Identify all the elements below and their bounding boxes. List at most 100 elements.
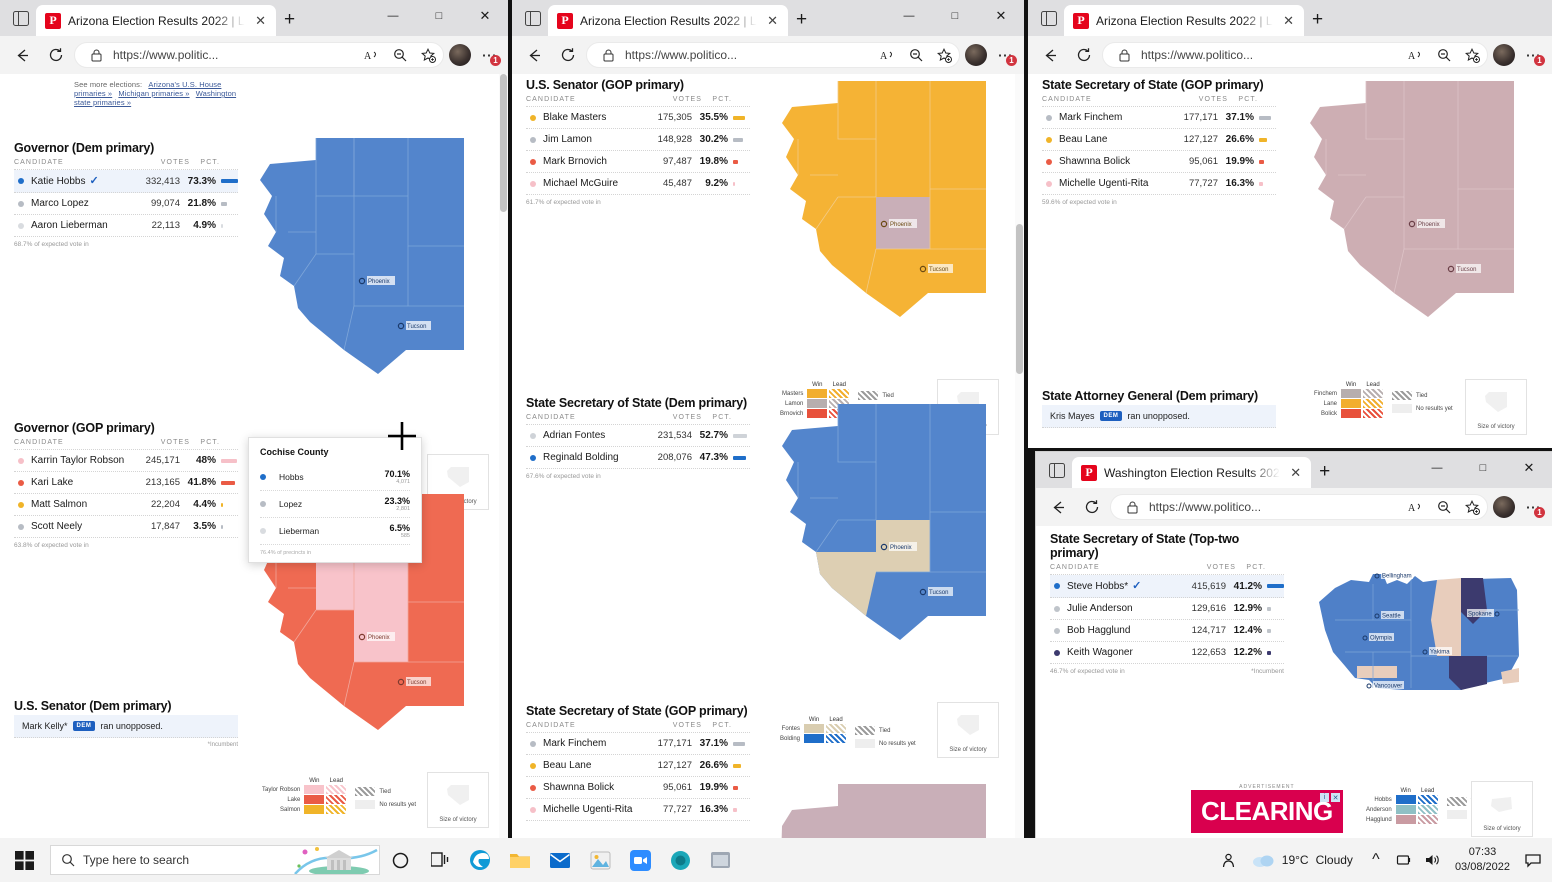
network-icon[interactable] [1391,838,1417,882]
maximize-button[interactable]: □ [416,0,462,32]
new-tab-button[interactable]: + [1311,458,1339,486]
task-view-icon[interactable] [420,838,460,882]
tab-actions-icon[interactable] [518,3,548,33]
ad-info-icon[interactable]: i [1319,793,1329,802]
browser-window-3[interactable]: P Arizona Election Results 2022 | L ✕ + … [1028,0,1552,448]
table-row[interactable]: Keith Wagoner 122,653 12.2% [1050,642,1284,665]
table-row[interactable]: Adrian Fontes 231,534 52.7% [526,425,750,447]
minimize-button[interactable]: — [370,0,416,32]
table-row[interactable]: Steve Hobbs* ✓ 415,619 41.2% [1050,575,1284,599]
read-aloud-icon[interactable]: A [1405,44,1427,66]
search-input[interactable]: Type here to search [50,845,380,875]
profile-avatar[interactable] [965,44,987,66]
read-aloud-icon[interactable]: A [877,44,899,66]
vertical-scrollbar[interactable] [1015,74,1024,838]
advertisement[interactable]: ADVERTISEMENT CLEARING i ✕ [1191,784,1343,833]
cortana-icon[interactable] [380,838,420,882]
address-bar[interactable]: https://www.politico... A [1102,42,1488,68]
table-row[interactable]: Beau Lane 127,127 26.6% [526,755,750,777]
favorites-icon[interactable] [1461,496,1483,518]
profile-avatar[interactable] [1493,496,1515,518]
address-bar[interactable]: https://www.politic... A [74,42,444,68]
table-row[interactable]: Kari Lake 213,165 41.8% [14,472,238,495]
table-row[interactable]: Aaron Lieberman 22,113 4.9% [14,215,238,238]
profile-avatar[interactable] [449,44,471,66]
people-icon[interactable] [1216,838,1242,882]
new-tab-button[interactable]: + [788,6,816,34]
address-bar[interactable]: https://www.politico... A [586,42,960,68]
arizona-map-senate-gop[interactable]: Phoenix Tucson [780,79,992,317]
address-bar[interactable]: https://www.politico... A [1110,494,1488,520]
table-row[interactable]: Michelle Ugenti-Rita 77,727 16.3% [526,799,750,821]
active-window-icon[interactable] [700,838,740,882]
table-row[interactable]: Mark Finchem 177,171 37.1% [526,733,750,755]
arizona-map-sos-dem[interactable]: Phoenix Tucson [780,402,992,640]
close-window-button[interactable]: ✕ [978,0,1024,32]
close-window-button[interactable]: ✕ [462,0,508,32]
arizona-map-dem[interactable]: Phoenix Tucson [258,136,470,374]
table-row[interactable]: Matt Salmon 22,204 4.4% [14,494,238,517]
settings-more-icon[interactable]: ⋯ 1 [1520,494,1546,520]
table-row[interactable]: Karrin Taylor Robson 245,171 48% [14,450,238,473]
browser-window-4[interactable]: P Washington Election Results 202 ✕ + — … [1036,452,1552,838]
edge-icon[interactable] [460,838,500,882]
browser-tab[interactable]: P Washington Election Results 202 ✕ [1072,457,1311,488]
new-tab-button[interactable]: + [1304,6,1332,34]
table-row[interactable]: Bob Hagglund 124,717 12.4% [1050,620,1284,643]
table-row[interactable]: Beau Lane 127,127 26.6% [1042,129,1276,151]
table-row[interactable]: Katie Hobbs ✓ 332,413 73.3% [14,170,238,194]
maximize-button[interactable]: □ [932,0,978,32]
browser-tab[interactable]: P Arizona Election Results 2022 | L ✕ [548,5,788,36]
table-row[interactable]: Shawnna Bolick 95,061 19.9% [1042,151,1276,173]
browser-window-2[interactable]: P Arizona Election Results 2022 | L ✕ + … [512,0,1024,838]
ad-banner[interactable]: CLEARING i ✕ [1191,790,1343,833]
weather-widget[interactable]: 19°C Cloudy [1244,852,1361,868]
settings-more-icon[interactable]: ⋯ 1 [476,42,502,68]
favorites-icon[interactable] [933,44,955,66]
minimize-button[interactable]: — [1414,452,1460,484]
table-row[interactable]: Marco Lopez 99,074 21.8% [14,193,238,216]
settings-more-icon[interactable]: ⋯ 1 [1520,42,1546,68]
read-aloud-icon[interactable]: A [1405,496,1427,518]
tab-actions-icon[interactable] [1042,455,1072,485]
table-row[interactable]: Michelle Ugenti-Rita 77,727 16.3% [1042,173,1276,195]
new-tab-button[interactable]: + [276,6,304,34]
back-icon[interactable] [518,40,550,70]
zoom-out-icon[interactable] [389,44,411,66]
table-row[interactable]: Reginald Bolding 208,076 47.3% [526,447,750,469]
close-tab-icon[interactable]: ✕ [1287,464,1305,482]
start-button[interactable] [0,838,48,882]
table-row[interactable]: Jim Lamon 148,928 30.2% [526,129,750,151]
read-aloud-icon[interactable]: A [361,44,383,66]
tab-actions-icon[interactable] [1034,3,1064,33]
ad-close-icon[interactable]: ✕ [1330,793,1340,802]
arizona-map-sos-gop[interactable]: Phoenix Tucson [1308,79,1520,317]
photos-icon[interactable] [580,838,620,882]
show-hidden-icons-chevron-icon[interactable]: ^ [1363,838,1389,882]
back-icon[interactable] [6,40,38,70]
zoom-out-icon[interactable] [1433,44,1455,66]
back-icon[interactable] [1034,40,1066,70]
ad-controls[interactable]: i ✕ [1319,793,1340,802]
refresh-icon[interactable] [1076,492,1108,522]
clock[interactable]: 07:33 03/08/2022 [1447,845,1518,875]
profile-avatar[interactable] [1493,44,1515,66]
browser-app-icon[interactable] [660,838,700,882]
refresh-icon[interactable] [552,40,584,70]
minimize-button[interactable]: — [886,0,932,32]
zoom-app-icon[interactable] [620,838,660,882]
favorites-icon[interactable] [1461,44,1483,66]
maximize-button[interactable]: □ [1460,452,1506,484]
table-row[interactable]: Mark Brnovich 97,487 19.8% [526,151,750,173]
file-explorer-icon[interactable] [500,838,540,882]
tab-actions-icon[interactable] [6,3,36,33]
close-window-button[interactable]: ✕ [1506,452,1552,484]
browser-tab[interactable]: P Arizona Election Results 2022 | L ✕ [36,5,276,36]
table-row[interactable]: Blake Masters 175,305 35.5% [526,107,750,129]
settings-more-icon[interactable]: ⋯ 1 [992,42,1018,68]
zoom-out-icon[interactable] [1433,496,1455,518]
mail-icon[interactable] [540,838,580,882]
back-icon[interactable] [1042,492,1074,522]
refresh-icon[interactable] [40,40,72,70]
action-center-icon[interactable] [1520,838,1546,882]
